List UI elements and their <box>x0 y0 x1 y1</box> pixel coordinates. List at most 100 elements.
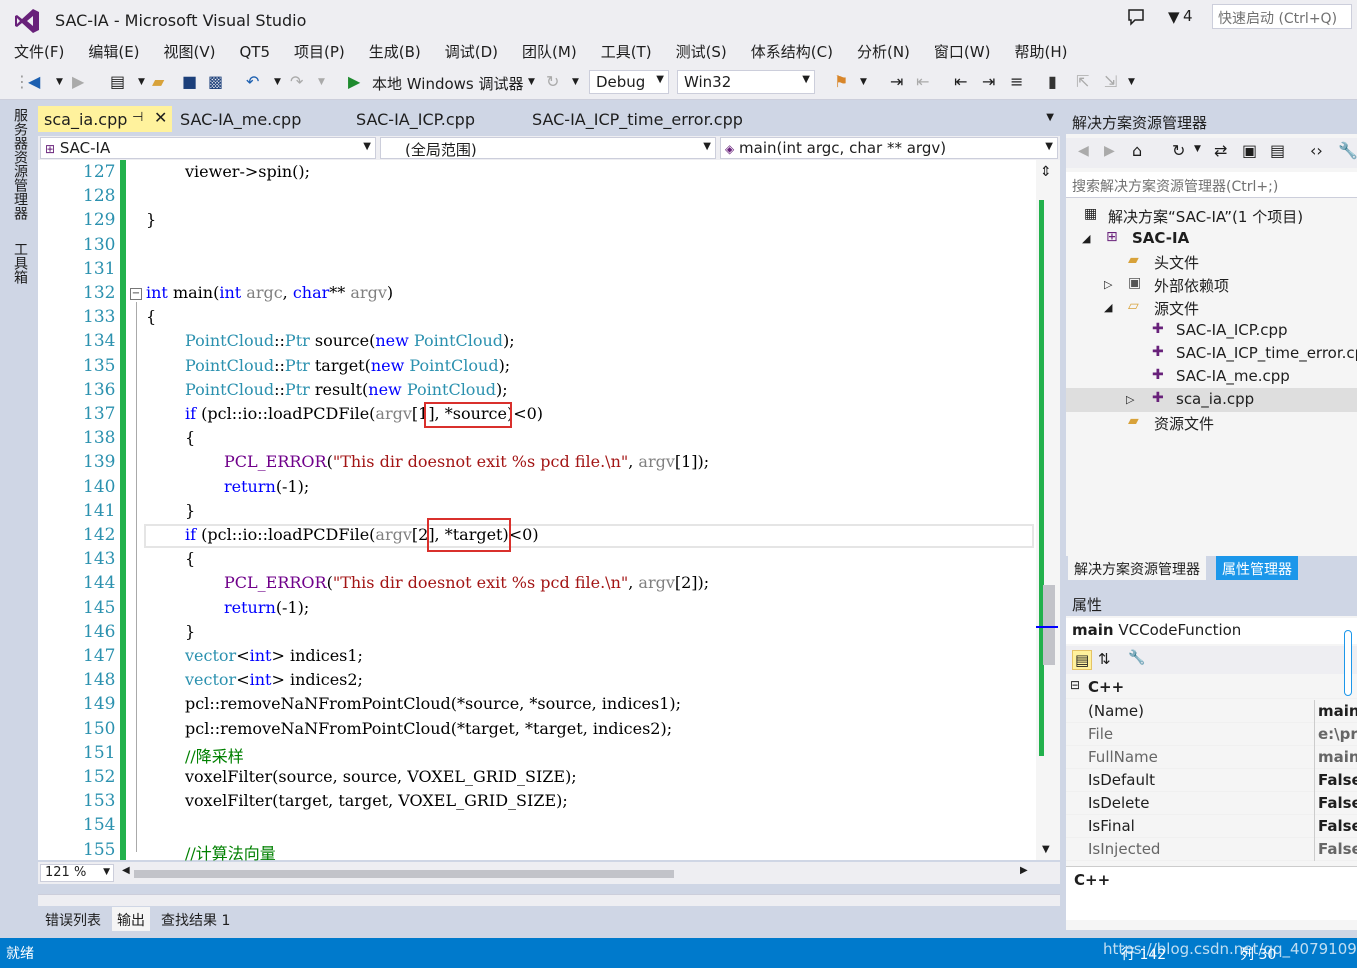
property-row[interactable]: IsFinal False <box>1066 815 1357 838</box>
sync-dropdown-icon[interactable]: ▼ <box>1194 144 1201 154</box>
tree-file[interactable]: SAC-IA_ICP_time_error.cpp <box>1176 344 1357 362</box>
menu-item[interactable]: 分析(N) <box>857 40 910 64</box>
vertical-scroll-thumb[interactable] <box>1043 585 1055 665</box>
toolbox-tab[interactable]: 工具箱 <box>10 242 30 284</box>
redo-icon[interactable]: ↷ <box>290 72 303 92</box>
tab-property-manager[interactable]: 属性管理器 <box>1216 556 1298 580</box>
scroll-down-icon[interactable]: ▼ <box>1042 844 1050 855</box>
tree-folder-resources[interactable]: 资源文件 <box>1154 413 1214 434</box>
redo-dropdown-icon[interactable]: ▼ <box>318 72 325 92</box>
back-dropdown-icon[interactable]: ▼ <box>56 72 63 92</box>
tab-overflow-icon[interactable]: ▼ <box>1046 112 1054 123</box>
property-row[interactable]: (Name) main <box>1066 700 1357 723</box>
property-row[interactable]: IsInjected False <box>1066 838 1357 861</box>
tree-folder-sources[interactable]: 源文件 <box>1154 298 1199 319</box>
property-row[interactable]: IsDelete False <box>1066 792 1357 815</box>
collapse-icon[interactable]: ⊟ <box>1070 678 1080 692</box>
tab-sca-ia-cpp[interactable]: sca_ia.cpp ⊣ ✕ <box>38 106 172 132</box>
menu-item[interactable]: 测试(S) <box>676 40 727 64</box>
filter-icon[interactable]: ▼ <box>1168 8 1180 26</box>
property-row[interactable]: FullName main <box>1066 746 1357 769</box>
step-over-icon[interactable]: ⇤ <box>916 72 929 92</box>
tree-file-selected[interactable]: sca_ia.cpp <box>1176 390 1254 408</box>
platform-select[interactable]: Win32 ▼ <box>677 70 815 94</box>
tree-project[interactable]: SAC-IA <box>1132 229 1189 247</box>
tree-solution[interactable]: 解决方案“SAC-IA”(1 个项目) <box>1108 206 1303 227</box>
new-dropdown-icon[interactable]: ▼ <box>138 72 145 92</box>
split-icon[interactable]: ⇕ <box>1040 164 1052 180</box>
refresh-icon[interactable]: ↻ <box>546 72 559 92</box>
property-category[interactable]: ⊟ C++ <box>1066 676 1357 699</box>
menu-item[interactable]: 项目(P) <box>294 40 345 64</box>
menu-item[interactable]: 调试(D) <box>445 40 498 64</box>
menu-item[interactable]: 编辑(E) <box>88 40 139 64</box>
new-project-icon[interactable]: ▤ <box>110 72 125 92</box>
quick-launch-input[interactable]: 快速启动 (Ctrl+Q) <box>1212 4 1352 29</box>
zoom-select[interactable]: 121 % ▼ <box>40 864 114 882</box>
comment-icon[interactable]: ≡ <box>1010 72 1023 92</box>
menu-item[interactable]: QT5 <box>240 40 271 64</box>
tab-output[interactable]: 输出 <box>112 907 150 931</box>
menu-item[interactable]: 视图(V) <box>164 40 216 64</box>
menu-item[interactable]: 生成(B) <box>369 40 421 64</box>
tab-find-results[interactable]: 查找结果 1 <box>156 907 235 931</box>
prev-bookmark-icon[interactable]: ⇱ <box>1076 72 1089 92</box>
server-explorer-tab[interactable]: 服务器资源管理器 <box>10 108 30 220</box>
start-debug-icon[interactable]: ▶ <box>348 72 360 92</box>
next-bookmark-icon[interactable]: ⇲ <box>1104 72 1117 92</box>
bookmark-icon[interactable]: ▮ <box>1048 72 1057 92</box>
forward-icon[interactable]: ▶ <box>72 72 84 92</box>
notification-icon[interactable] <box>1127 8 1145 26</box>
toolbar-overflow-icon[interactable]: ▼ <box>1128 72 1135 92</box>
back-icon[interactable]: ◀ <box>1078 143 1089 159</box>
collapsed-icon[interactable]: ▷ <box>1126 393 1134 406</box>
tab-sac-ia-icp-time-error-cpp[interactable]: SAC-IA_ICP_time_error.cpp <box>526 106 749 132</box>
menu-item[interactable]: 团队(M) <box>522 40 577 64</box>
member-dropdown[interactable]: ◈ main(int argc, char ** argv) ▼ <box>720 137 1058 159</box>
tree-file[interactable]: SAC-IA_me.cpp <box>1176 367 1290 385</box>
property-pages-icon[interactable]: 🔧 <box>1128 650 1145 666</box>
project-dropdown[interactable]: ⊞ SAC-IA ▼ <box>40 137 376 159</box>
view-code-icon[interactable]: ‹› <box>1310 141 1323 160</box>
code-editor[interactable]: 127 128 129 130 131 132 133 134 135 136 137 138 139 1… <box>38 160 1060 863</box>
categorized-icon[interactable]: ▤ <box>1072 650 1093 670</box>
tree-folder-external[interactable]: 外部依赖项 <box>1154 275 1229 296</box>
show-all-files-icon[interactable]: ▤ <box>1270 141 1285 160</box>
collapse-toggle-icon[interactable]: − <box>130 288 142 300</box>
menu-item[interactable]: 帮助(H) <box>1014 40 1067 64</box>
configuration-select[interactable]: Debug ▼ <box>589 70 669 94</box>
collapsed-icon[interactable]: ▷ <box>1104 278 1112 291</box>
tab-solution-explorer[interactable]: 解决方案资源管理器 <box>1068 556 1206 580</box>
refresh-icon[interactable]: ⇄ <box>1214 141 1227 160</box>
solution-search-input[interactable]: 搜索解决方案资源管理器(Ctrl+;) <box>1066 172 1357 198</box>
collapse-all-icon[interactable]: ▣ <box>1242 141 1257 160</box>
property-row[interactable]: File e:\pro <box>1066 723 1357 746</box>
expanded-icon[interactable]: ◢ <box>1082 232 1090 245</box>
properties-wrench-icon[interactable]: 🔧 <box>1338 141 1357 160</box>
start-debugger-button[interactable]: 本地 Windows 调试器 <box>372 73 524 94</box>
close-icon[interactable]: ✕ <box>154 108 167 127</box>
expanded-icon[interactable]: ◢ <box>1104 301 1112 314</box>
menu-item[interactable]: 体系结构(C) <box>751 40 833 64</box>
tab-error-list[interactable]: 错误列表 <box>40 907 106 931</box>
find-dropdown-icon[interactable]: ▼ <box>860 72 867 92</box>
menu-item[interactable]: 窗口(W) <box>934 40 991 64</box>
open-file-icon[interactable]: ▰ <box>152 72 164 92</box>
scroll-right-icon[interactable]: ▶ <box>1020 865 1028 876</box>
sync-icon[interactable]: ↻ <box>1172 141 1185 160</box>
tab-sac-ia-me-cpp[interactable]: SAC-IA_me.cpp <box>174 106 307 132</box>
back-icon[interactable]: ◀ <box>28 72 40 92</box>
scope-dropdown[interactable]: (全局范围) ▼ <box>380 137 716 159</box>
tree-file[interactable]: SAC-IA_ICP.cpp <box>1176 321 1288 339</box>
save-icon[interactable]: ■ <box>182 72 197 92</box>
save-all-icon[interactable]: ▩ <box>208 72 223 92</box>
find-in-files-icon[interactable]: ⚑ <box>834 72 848 92</box>
home-icon[interactable]: ⌂ <box>1132 141 1142 160</box>
scroll-left-icon[interactable]: ◀ <box>122 865 130 876</box>
indent-icon[interactable]: ⇥ <box>982 72 995 92</box>
horizontal-scroll-thumb[interactable] <box>134 870 674 878</box>
forward-icon[interactable]: ▶ <box>1104 143 1115 159</box>
refresh-dropdown-icon[interactable]: ▼ <box>572 72 579 92</box>
alphabetical-icon[interactable]: ⇅ <box>1098 650 1111 668</box>
debugger-dropdown-icon[interactable]: ▼ <box>528 72 535 92</box>
